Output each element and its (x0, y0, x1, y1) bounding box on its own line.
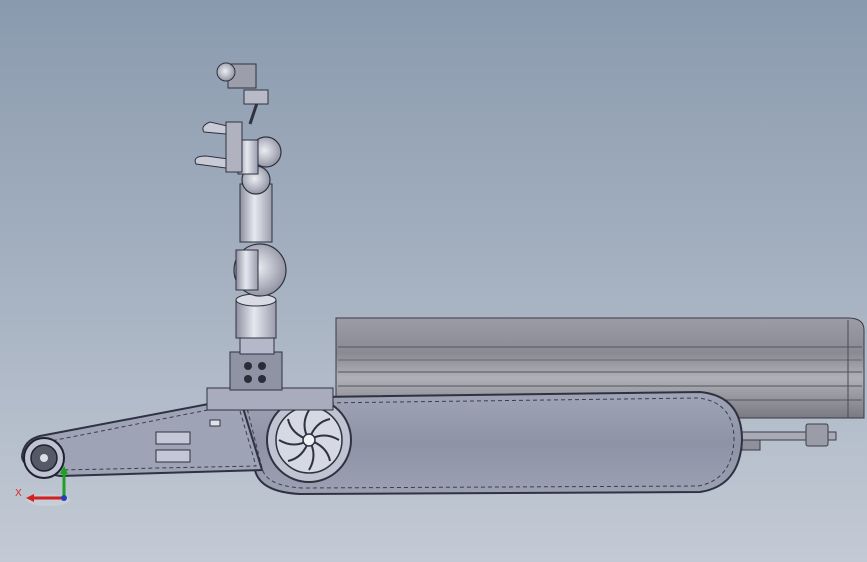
track-assembly[interactable] (20, 390, 744, 496)
cad-viewport[interactable]: X (0, 0, 867, 562)
drive-sprocket[interactable] (266, 397, 352, 483)
camera[interactable] (216, 62, 269, 105)
arm-base-controller[interactable] (206, 335, 334, 411)
x-axis-label: X (15, 488, 22, 499)
rear-bumper[interactable] (735, 423, 837, 451)
z-axis-dot (61, 495, 67, 501)
idler-wheel[interactable] (23, 437, 65, 479)
